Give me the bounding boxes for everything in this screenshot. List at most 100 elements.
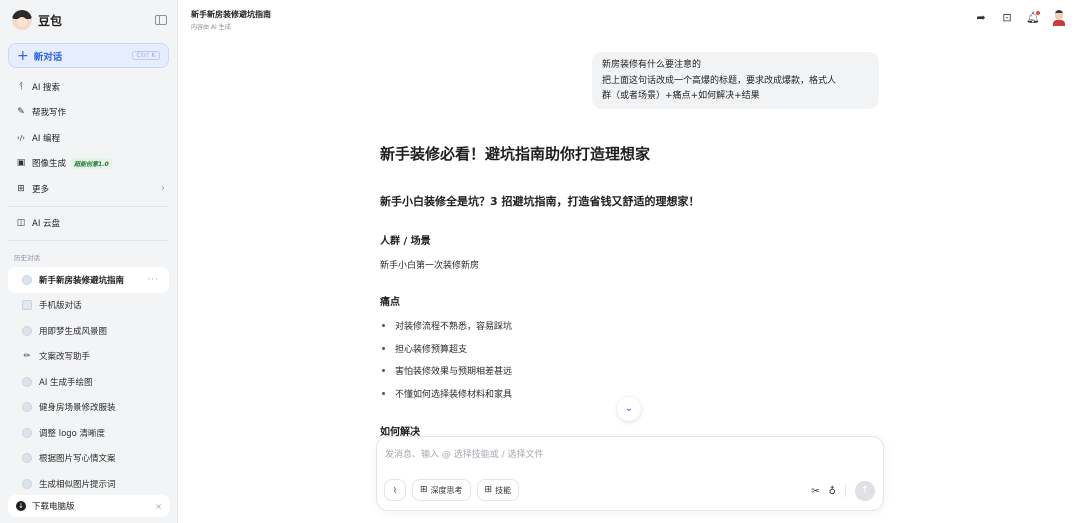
user-message-bubble: 新房装修有什么要注意的 把上面这句话改成一个高爆的标题，要求改成爆款，格式人 群… [592,52,879,109]
answer-subheading: 新手小白装修全是坑？3 招避坑指南，打造省钱又舒适的理想家！ [380,195,700,208]
history-item-label: 健身房场景修改服装 [39,403,116,414]
history-item-label: 文案改写助手 [39,352,91,363]
pencil-emoji-icon: ✏ [23,351,31,361]
top-bar: 新手新房装修避坑指南 内容由 AI 生成 ➦ ⊡ 🔔︎ [178,0,1080,38]
assistant-answer: 新手装修必看！避坑指南助你打造理想家 新手小白装修全是坑？3 招避坑指南，打造省… [380,140,880,438]
sidebar-item-label: AI 编程 [32,133,61,144]
chat-icon [22,402,32,413]
history-item-label: 生成相似图片提示词 [39,479,116,490]
message-input[interactable]: 发消息、输入 @ 选择技能或 / 选择文件 [385,447,543,460]
sidebar-item-image-gen[interactable]: ▣ 图像生成 超能创意1.0 [0,151,177,177]
pain-item: 不懂如何选择装修材料和家具 [380,387,512,400]
history-title: 历史对话 [14,254,40,262]
skills-label: 技能 [495,485,512,495]
deep-think-label: 深度思考 [430,485,463,495]
chat-icon [22,453,32,464]
notification-bell-icon[interactable]: 🔔︎ [1026,11,1040,25]
history-item-label: 新手新房装修避坑指南 [39,275,125,286]
grid-icon: ⊞ [17,183,25,194]
download-desktop-button[interactable]: ↓ 下载电脑版 × [8,495,170,517]
sidebar-item-label: 帮我写作 [32,108,67,119]
feature-tag: 超能创意1.0 [71,157,112,169]
sidebar-toggle-icon[interactable] [155,15,167,25]
pen-icon: ✎ [17,107,25,118]
send-button[interactable]: ↑ [855,481,875,501]
answer-heading: 新手装修必看！避坑指南助你打造理想家 [380,145,651,163]
close-icon[interactable]: × [155,502,162,511]
history-item[interactable]: 健身房场景修改服装 [8,395,169,421]
history-item[interactable]: 手机版对话 [8,293,169,319]
chat-icon [22,427,32,438]
pain-item: 担心装修预算超支 [380,342,467,355]
history-item[interactable]: 调整 logo 清晰度 [8,420,169,446]
chat-icon [22,274,32,285]
user-avatar[interactable] [1052,10,1066,26]
sidebar-item-coding[interactable]: ‹/› AI 编程 [0,125,177,151]
user-message-line: 把上面这句话改成一个高爆的标题，要求改成爆款，格式人 [602,75,837,86]
composer-actions: ✂ ♁ ↑ [811,481,875,501]
conversation-title: 新手新房装修避坑指南 [191,10,271,19]
scroll-to-bottom-button[interactable]: ⌄ [617,397,641,421]
history-item-label: 根据图片写心情文案 [39,454,116,465]
phone-icon [22,300,32,311]
skills-button[interactable]: ⊞ 技能 [476,479,520,501]
history-item[interactable]: AI 生成手绘图 [8,369,169,395]
paperclip-icon: ⌇ [393,485,397,495]
divider [845,485,846,497]
history-item[interactable]: ✏ 文案改写助手 [8,344,169,370]
attach-button[interactable]: ⌇ [384,479,406,501]
history-list: 新手新房装修避坑指南 ··· 手机版对话 用即梦生成风景图 ✏ 文案改写助手 A… [0,267,177,497]
cloud-drive-icon: ◫ [16,218,26,229]
history-item[interactable]: 新手新房装修避坑指南 ··· [8,267,169,293]
sidebar-header: 豆包 [0,0,177,40]
deep-think-button[interactable]: ⊞ 深度思考 [412,479,471,501]
history-item[interactable]: 用即梦生成风景图 [8,318,169,344]
notification-dot [1036,11,1040,15]
microphone-icon[interactable]: ♁ [829,486,836,497]
sidebar-item-more[interactable]: ⊞ 更多 › [0,176,177,202]
history-item[interactable]: 根据图片写心情文案 [8,446,169,472]
download-icon: ↓ [16,501,26,511]
sidebar-item-writing[interactable]: ✎ 帮我写作 [0,100,177,126]
save-icon[interactable]: ⊡ [1000,11,1014,25]
sidebar-item-label: 图像生成 [32,159,67,170]
more-options-icon[interactable]: ··· [147,275,159,285]
download-label: 下载电脑版 [32,502,75,512]
chevron-right-icon: › [161,183,165,195]
sidebar-item-label: 更多 [32,184,50,195]
skills-icon: ⊞ [484,485,493,495]
doubao-logo-icon[interactable] [12,10,32,30]
chat-icon [22,325,32,336]
sidebar-item-ai-search[interactable]: ᛩ AI 搜索 [0,74,177,100]
chat-icon [22,478,32,489]
history-item[interactable]: 生成相似图片提示词 [8,471,169,497]
chat-icon [22,376,32,387]
new-chat-label: 新对话 [33,51,63,63]
ai-generated-note: 内容由 AI 生成 [191,24,231,31]
plus-icon: + [17,47,29,64]
image-icon: ▣ [16,158,26,169]
audience-heading: 人群 / 场景 [380,236,431,247]
history-item-label: 手机版对话 [39,301,82,312]
new-chat-shortcut: Ctrl K [132,51,160,60]
user-message-line: 群（或者场景）+痛点+如何解决+结果 [602,91,760,101]
scissors-icon[interactable]: ✂ [811,486,819,497]
share-icon[interactable]: ➦ [974,11,988,25]
deep-think-icon: ⊞ [420,485,428,495]
history-item-label: 用即梦生成风景图 [39,326,108,337]
pain-item: 害怕装修效果与预期相差甚远 [380,364,512,377]
new-chat-button[interactable]: + 新对话 Ctrl K [8,43,169,68]
history-item-label: 调整 logo 清晰度 [39,428,106,439]
audience-text: 新手小白第一次装修新房 [380,261,480,271]
search-icon: ᛩ [18,81,24,92]
sidebar-item-cloud[interactable]: ◫ AI 云盘 [0,211,177,237]
message-composer: 发消息、输入 @ 选择技能或 / 选择文件 ⌇ ⊞ 深度思考 ⊞ 技能 ✂ ♁ ↑ [376,436,884,511]
divider [8,205,169,207]
sidebar-nav: ᛩ AI 搜索 ✎ 帮我写作 ‹/› AI 编程 ▣ 图像生成 超能创意1.0 … [0,74,177,202]
composer-tools: ⌇ ⊞ 深度思考 ⊞ 技能 [384,479,520,501]
top-actions: ➦ ⊡ 🔔︎ [974,10,1066,26]
user-message-line: 新房装修有什么要注意的 [602,60,702,70]
brand-name: 豆包 [38,13,63,28]
history-item-label: AI 生成手绘图 [39,377,93,388]
sidebar: 豆包 + 新对话 Ctrl K ᛩ AI 搜索 ✎ 帮我写作 ‹/› AI 编程… [0,0,178,523]
